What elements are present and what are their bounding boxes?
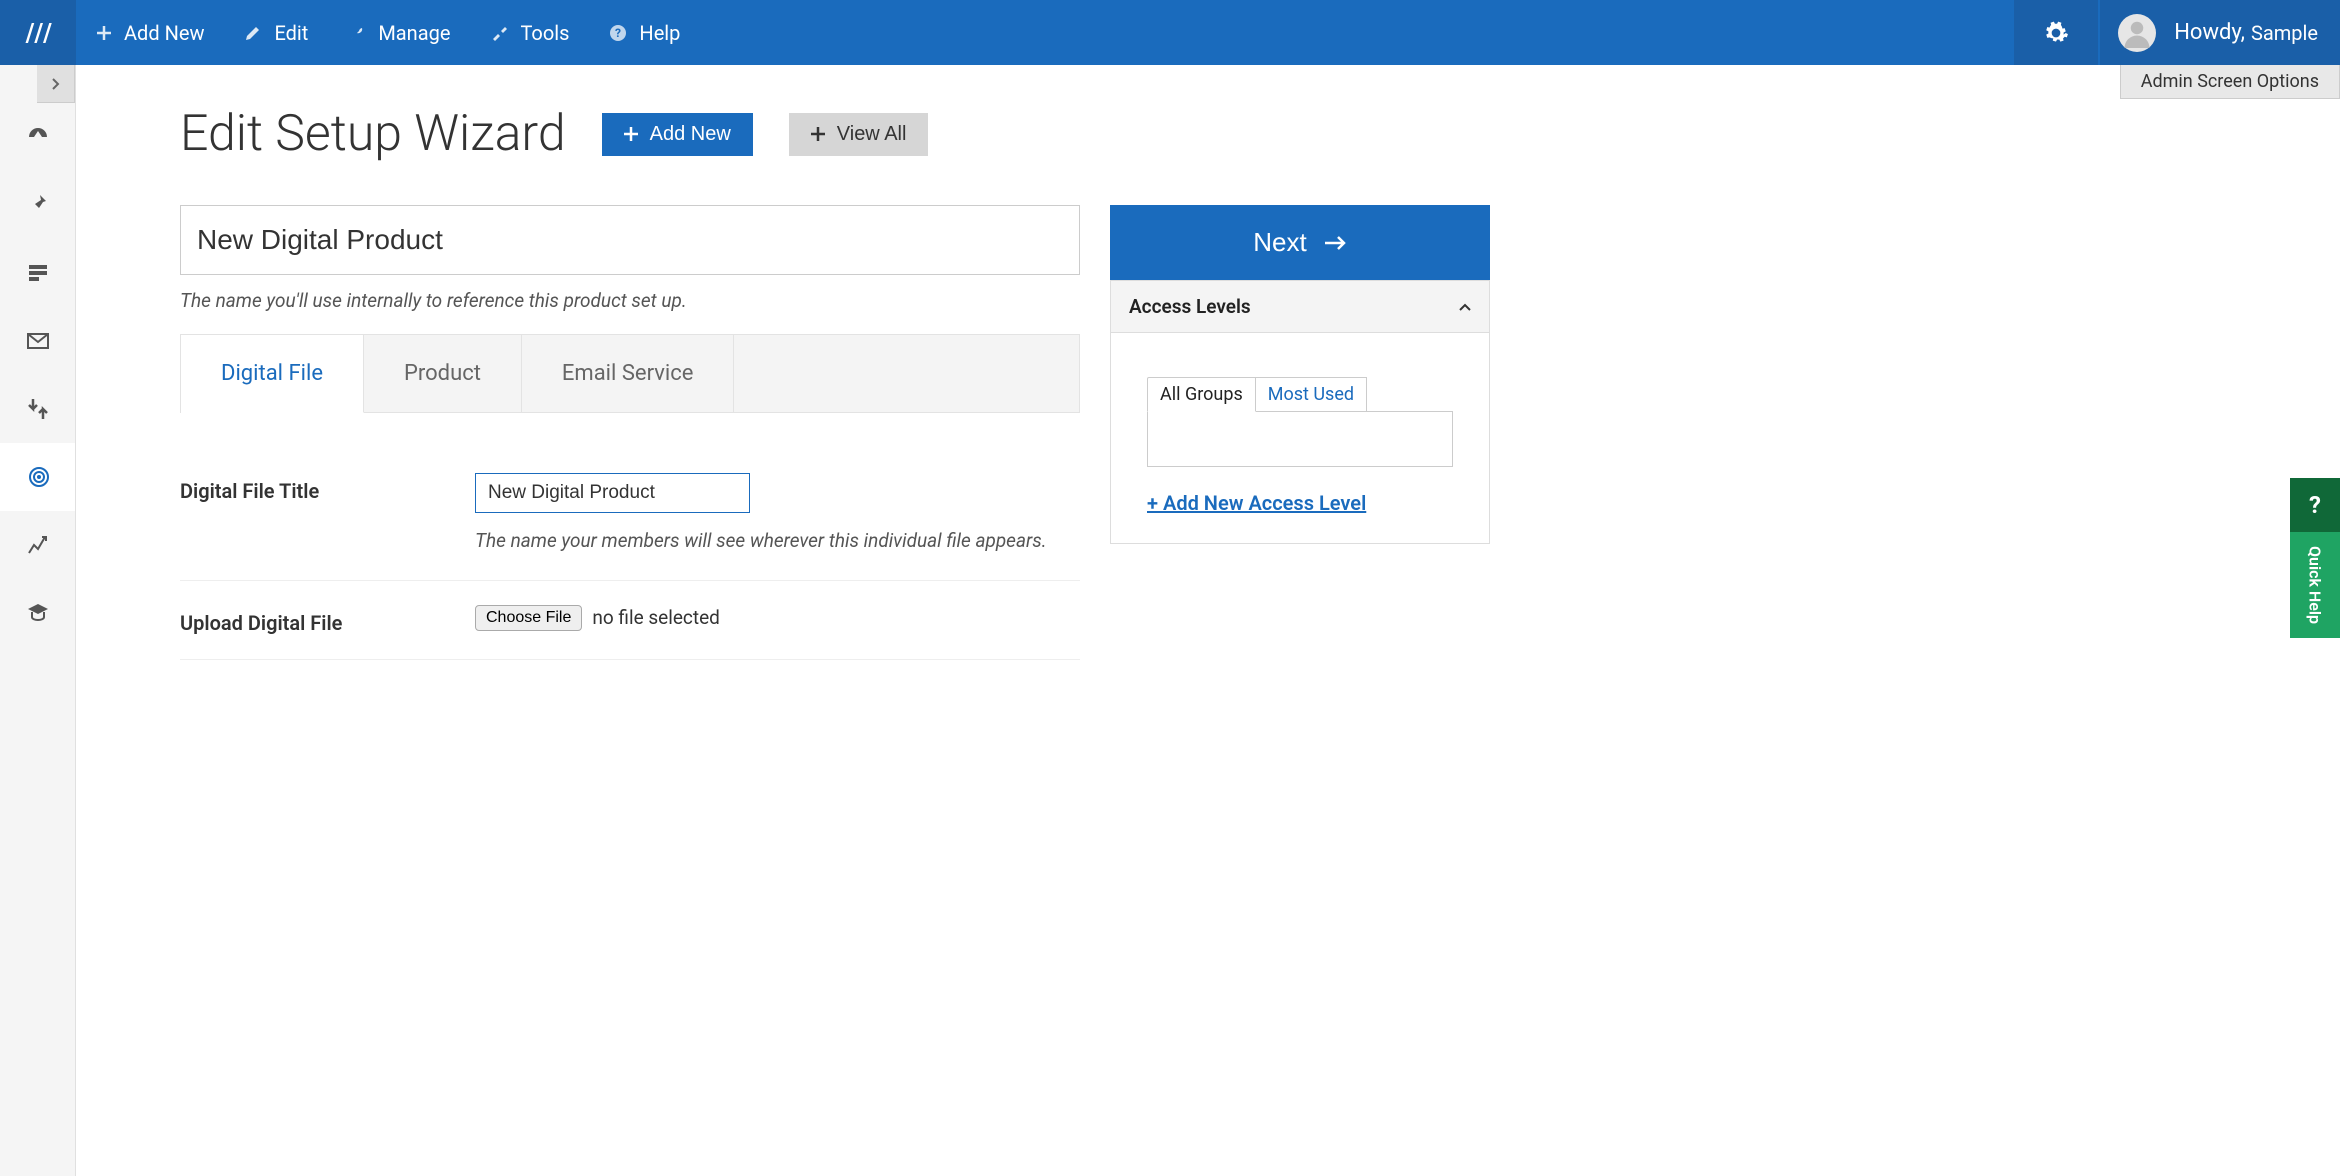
arrow-right-icon [1325,235,1347,251]
wizard-tabs: Digital File Product Email Service [180,334,1080,413]
file-title-hint: The name your members will see wherever … [475,527,1080,556]
topnav-manage[interactable]: Manage [328,0,470,65]
gear-icon [2043,20,2069,46]
main-content: Edit Setup Wizard Add New View All The n… [76,65,2340,1176]
top-nav: Add New Edit Manage Tools ? Help Howdy, … [0,0,2340,65]
logo-icon [23,18,53,48]
topnav-items: Add New Edit Manage Tools ? Help [76,0,700,65]
quick-help-sidebar: ? Quick Help [2290,478,2340,638]
sidebar-item-stats[interactable] [0,511,75,579]
next-button[interactable]: Next [1110,205,1490,280]
plus-icon [811,127,825,141]
choose-file-button[interactable]: Choose File [475,605,582,631]
target-icon [27,465,51,489]
upload-label: Upload Digital File [180,605,475,635]
app-logo[interactable] [0,0,76,65]
button-label: Add New [650,123,731,146]
file-status: no file selected [592,606,720,629]
content-columns: The name you'll use internally to refere… [180,205,2280,660]
svg-text:?: ? [615,26,621,40]
left-sidebar [0,65,76,1176]
access-levels-panel: Access Levels All Groups Most Used + Add… [1110,280,1490,544]
plus-icon [624,127,638,141]
topnav-label: Add New [124,21,204,45]
greeting: Howdy, [2174,20,2245,45]
sidebar-expand-toggle[interactable] [37,65,75,103]
file-title-input[interactable] [475,473,750,513]
topnav-edit[interactable]: Edit [224,0,328,65]
add-access-level-link[interactable]: + Add New Access Level [1147,491,1453,515]
help-icon: ? [609,24,627,42]
topnav-tools[interactable]: Tools [470,0,589,65]
sidebar-item-education[interactable] [0,579,75,647]
panel-title: Access Levels [1129,295,1251,318]
settings-button[interactable] [2014,0,2098,65]
sidebar-item-builder[interactable] [0,171,75,239]
topnav-label: Edit [274,21,308,45]
access-levels-header[interactable]: Access Levels [1111,281,1489,333]
topnav-right: Howdy, Sample [2014,0,2340,65]
caret-up-icon [1459,303,1471,311]
arrows-icon [26,397,50,421]
view-all-button[interactable]: View All [789,113,929,156]
gauge-icon [26,125,50,149]
graduation-icon [26,601,50,625]
col-left: The name you'll use internally to refere… [180,205,1080,660]
chart-icon [26,533,50,557]
plus-icon [96,25,112,41]
avatar [2118,14,2156,52]
quick-help-button[interactable]: Quick Help [2290,532,2340,638]
product-title-hint: The name you'll use internally to refere… [180,289,1080,312]
page-title: Edit Setup Wizard [180,105,566,163]
sidebar-item-sync[interactable] [0,375,75,443]
file-title-label: Digital File Title [180,473,475,556]
topnav-label: Manage [378,21,450,45]
upload-field: Choose File no file selected [475,605,1080,635]
username: Sample [2251,21,2318,45]
form-area: Digital File Title The name your members… [180,473,1080,660]
product-title-input[interactable] [180,205,1080,275]
sidebar-item-setup-wizard[interactable] [0,443,75,511]
user-menu[interactable]: Howdy, Sample [2100,0,2340,65]
subtab-most-used[interactable]: Most Used [1256,377,1367,412]
button-label: View All [837,123,907,146]
tab-product[interactable]: Product [364,335,522,412]
sidebar-item-forms[interactable] [0,239,75,307]
form-icon [26,261,50,285]
subtab-content [1147,411,1453,467]
subtab-all-groups[interactable]: All Groups [1147,377,1256,412]
pencil-icon [244,24,262,42]
quick-help-question[interactable]: ? [2290,478,2340,532]
topnav-add-new[interactable]: Add New [76,0,224,65]
form-row-upload: Upload Digital File Choose File no file … [180,581,1080,660]
add-new-button[interactable]: Add New [602,113,753,156]
col-right: Next Access Levels All Groups Most Used [1110,205,1490,660]
topnav-help[interactable]: ? Help [589,0,700,65]
mail-icon [26,329,50,353]
tab-email-service[interactable]: Email Service [522,335,734,412]
next-label: Next [1253,227,1306,258]
pin-icon [26,193,50,217]
wrench-icon [348,24,366,42]
file-title-field: The name your members will see wherever … [475,473,1080,556]
topnav-label: Tools [520,21,569,45]
topnav-label: Help [639,21,680,45]
tab-digital-file[interactable]: Digital File [181,335,364,413]
chevron-right-icon [50,78,62,90]
sidebar-item-dashboard[interactable] [0,103,75,171]
form-row-file-title: Digital File Title The name your members… [180,473,1080,581]
person-icon [2122,18,2152,48]
access-levels-body: All Groups Most Used + Add New Access Le… [1111,333,1489,543]
tools-icon [490,24,508,42]
sidebar-item-mail[interactable] [0,307,75,375]
access-subtabs: All Groups Most Used [1147,377,1453,412]
page-heading: Edit Setup Wizard Add New View All [180,105,2280,163]
quick-help-label: Quick Help [2306,546,2325,624]
